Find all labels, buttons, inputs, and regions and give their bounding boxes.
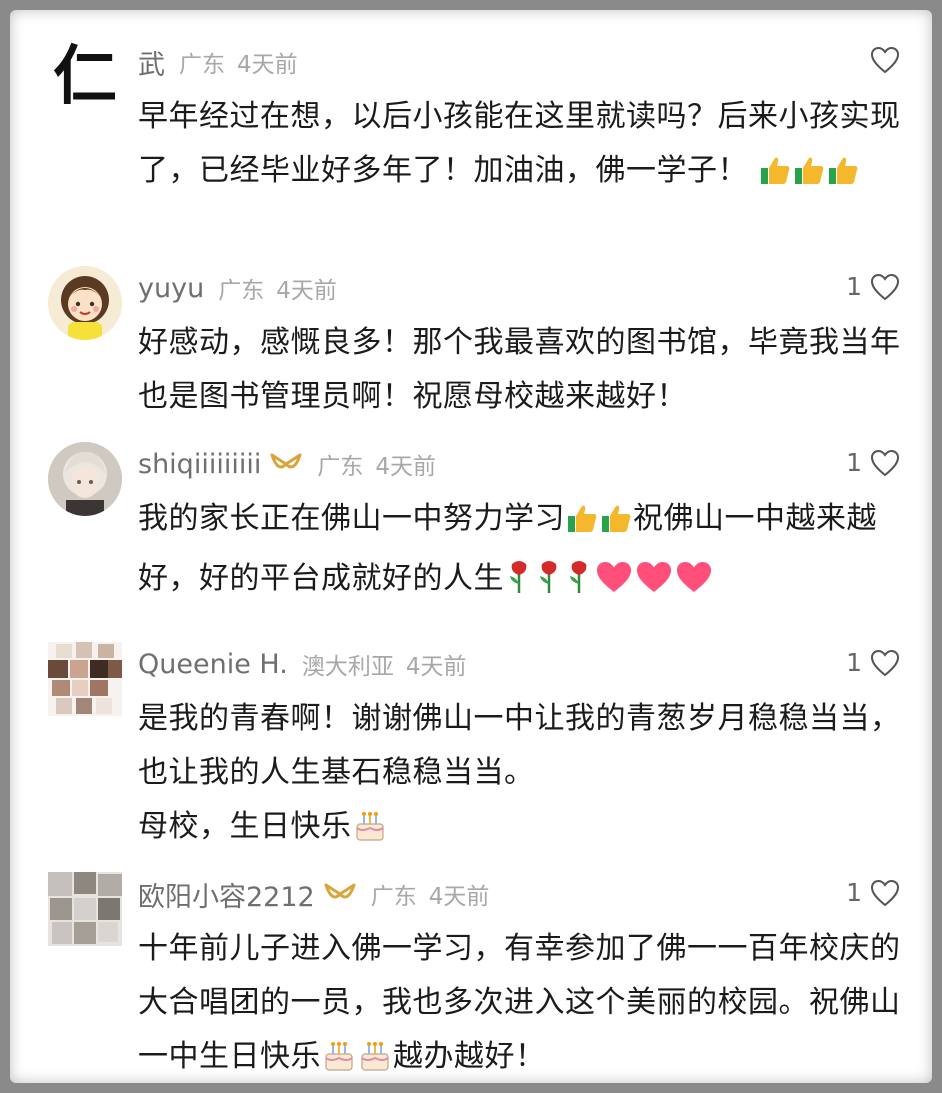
location: 广东: [317, 454, 364, 480]
thumbs-up-icon: [759, 150, 791, 204]
avatar[interactable]: [48, 442, 122, 516]
anime-character-avatar: [48, 442, 122, 516]
timestamp: 4天前: [237, 52, 298, 78]
comment-text-part: 是我的青春啊！谢谢佛山一中让我的青葱岁月稳稳当当，也让我的人生基石稳稳当当。: [138, 701, 901, 790]
comment-text: 十年前儿子进入佛一学习，有幸参加了佛一一百年校庆的大合唱团的一员，我也多次进入这…: [138, 922, 908, 1083]
comment-text: 早年经过在想，以后小孩能在这里就读吗？后来小孩实现了，已经毕业好多年了！加油油，…: [138, 90, 908, 204]
timestamp: 4天前: [405, 654, 467, 680]
comment-text-part: 好感动，感慨良多！那个我最喜欢的图书馆，毕竟我当年也是图书管理员啊！祝愿母校越来…: [138, 325, 901, 414]
avatar-calligraphy: 仁: [53, 40, 117, 114]
rose-icon: [505, 558, 533, 612]
pixelated-avatar: [48, 872, 122, 946]
thumbs-up-icon: [793, 150, 825, 204]
comment-text: 好感动，感慨良多！那个我最喜欢的图书馆，毕竟我当年也是图书管理员啊！祝愿母校越来…: [138, 316, 908, 424]
location: 广东: [218, 278, 265, 304]
like-button[interactable]: 1: [846, 648, 900, 677]
comment-header: shiqiiiiiiiii 广东 4天前: [138, 446, 436, 482]
avatar[interactable]: [48, 872, 122, 946]
like-button[interactable]: 1: [846, 272, 900, 301]
pixelated-avatar: [48, 642, 122, 716]
thumbs-up-icon: [600, 498, 632, 552]
location: 澳大利亚: [301, 654, 394, 680]
heart-icon: [870, 649, 900, 676]
location: 广东: [179, 52, 225, 78]
birthday-cake-icon: [353, 806, 387, 860]
comment-text-part: 我的家长正在佛山一中努力学习: [138, 501, 565, 536]
like-count: 1: [846, 448, 862, 477]
heart-emoji-icon: [595, 558, 633, 612]
comment-header: Queenie H. 澳大利亚 4天前: [138, 646, 466, 682]
comment-text: 我的家长正在佛山一中努力学习 祝佛山一中越来越好，好的平台成就好的人生: [138, 492, 908, 612]
username[interactable]: 欧阳小容2212: [138, 875, 315, 914]
comment-text-part: 越办越好！: [393, 1039, 546, 1074]
comment-header: 武 广东 4天前: [138, 43, 298, 82]
comment-header: 欧阳小容2212 广东 4天前: [138, 875, 490, 914]
like-count: 1: [846, 648, 862, 677]
heart-emoji-icon: [635, 558, 673, 612]
comment-list: 仁 武 广东 4天前 早年经过在想，以后小孩能在这里就读吗？后来小孩实现了，已经…: [10, 10, 932, 1083]
username[interactable]: Queenie H.: [138, 649, 288, 680]
thumbs-up-icon: [827, 150, 859, 204]
heart-icon: [870, 449, 900, 476]
vip-badge-icon: [324, 883, 356, 899]
location: 广东: [370, 884, 417, 910]
timestamp: 4天前: [375, 454, 436, 480]
timestamp: 4天前: [428, 884, 490, 910]
thumbs-up-icon: [566, 498, 598, 552]
vip-badge-icon: [270, 453, 302, 469]
username[interactable]: 武: [138, 43, 165, 82]
username[interactable]: yuyu: [138, 273, 204, 304]
avatar[interactable]: [48, 266, 122, 340]
birthday-cake-icon: [322, 1036, 356, 1083]
like-count: 1: [846, 878, 862, 907]
like-button[interactable]: 1: [846, 878, 900, 907]
heart-icon: [870, 273, 900, 300]
username[interactable]: shiqiiiiiiiii: [138, 449, 261, 480]
like-button[interactable]: 1: [846, 448, 900, 477]
comment-text: 是我的青春啊！谢谢佛山一中让我的青葱岁月稳稳当当，也让我的人生基石稳稳当当。 母…: [138, 692, 908, 860]
like-count: 1: [846, 272, 862, 301]
heart-emoji-icon: [675, 558, 713, 612]
birthday-cake-icon: [358, 1036, 392, 1083]
comment-header: yuyu 广东 4天前: [138, 270, 337, 306]
rose-icon: [535, 558, 563, 612]
timestamp: 4天前: [276, 278, 337, 304]
heart-icon: [870, 879, 900, 906]
comment-text-part: 母校，生日快乐: [138, 809, 352, 844]
avatar[interactable]: 仁: [48, 40, 122, 114]
cartoon-girl-avatar: [48, 266, 122, 340]
avatar[interactable]: [48, 642, 122, 716]
like-button[interactable]: [862, 46, 900, 74]
heart-icon: [870, 46, 900, 74]
rose-icon: [565, 558, 593, 612]
